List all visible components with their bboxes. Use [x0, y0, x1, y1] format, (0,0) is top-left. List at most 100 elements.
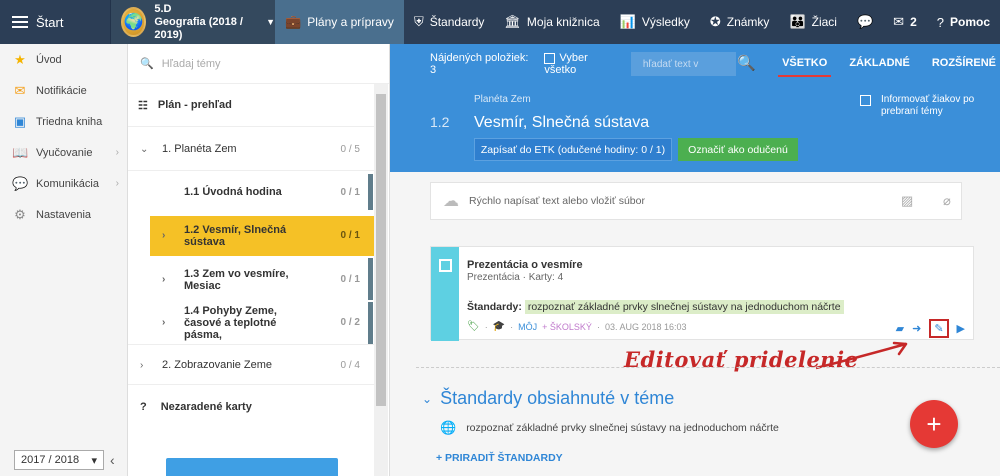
chat-bubbles-icon: 💬: [12, 175, 29, 191]
chevron-down-icon: ⌄: [140, 143, 149, 155]
nav-chat[interactable]: 💬: [847, 0, 883, 44]
nav-briefcase[interactable]: 💼 Plány a prípravy: [275, 0, 404, 44]
book-icon: 📖: [12, 144, 29, 160]
gear-icon: ⚙: [14, 206, 26, 222]
topic-1-3[interactable]: › 1.3 Zem vo vesmíre, Mesiac 0 / 1: [128, 262, 374, 298]
assign-standards-button[interactable]: + PRIRADIŤ ŠTANDARDY: [436, 452, 563, 464]
chevron-down-icon: ▼: [266, 17, 276, 27]
topic-header: Nájdených položiek: 3 Vyber všetko hľada…: [390, 44, 1000, 172]
globe-icon: 🌍: [121, 7, 147, 37]
hamburger-icon[interactable]: [12, 13, 28, 31]
filter-input[interactable]: hľadať text v 🔍: [630, 52, 756, 76]
sidebar-item-label: Triedna kniha: [36, 115, 103, 128]
add-fab-button[interactable]: +: [910, 400, 958, 448]
chevron-right-icon: ›: [162, 274, 166, 285]
sidebar-item-label: Komunikácia: [36, 177, 99, 190]
nav-bar-chart[interactable]: 📊 Výsledky: [610, 0, 700, 44]
shield-icon: ⛨: [413, 14, 424, 29]
scroll-thumb[interactable]: [376, 94, 386, 406]
sidebar-item-4[interactable]: 📖 Vyučovanie ›: [0, 137, 127, 168]
topic-1-1[interactable]: 1.1 Úvodná hodina 0 / 1: [128, 178, 374, 206]
main-nav: 💼 Plány a prípravy ⛨ Štandardy 🏛 Moja knižnic…: [275, 0, 1000, 44]
nav-students[interactable]: 👪 Žiaci: [779, 0, 847, 44]
sidebar-item-label: Úvod: [36, 53, 62, 66]
mail-icon: ✉: [893, 14, 905, 29]
topic-1-2[interactable]: › 1.2 Vesmír, Slnečná sústava 0 / 1: [150, 216, 374, 256]
start-button[interactable]: Štart: [0, 0, 110, 44]
brand-label: Štart: [36, 14, 64, 30]
list-icon: ☷: [138, 99, 148, 112]
collapse-sidebar-icon[interactable]: ‹: [110, 452, 115, 468]
tab-extended[interactable]: ROZŠÍRENÉ: [928, 51, 1000, 77]
class-subject: Geografia (2018 / 2019): [154, 15, 243, 41]
chevron-right-icon: ›: [162, 230, 166, 241]
chevron-down-icon: ⌄: [422, 391, 433, 406]
nav-grade-badge[interactable]: ✪ Známky: [700, 0, 780, 44]
bar-chart-icon: 📊: [619, 14, 636, 29]
sidebar-item-3[interactable]: ▣ Triedna kniha: [0, 106, 127, 137]
write-to-etk-button[interactable]: Zapísať do ETK (odučené hodiny: 0 / 1): [474, 138, 672, 161]
sidebar-item-label: Nastavenia: [36, 208, 92, 221]
topics-panel: 🔍 Hľadaj témy ☷ Plán - prehľad ⌄ 1. Plan…: [128, 44, 390, 476]
sidebar-item-5[interactable]: 💬 Komunikácia ›: [0, 168, 127, 199]
play-icon[interactable]: ▶: [957, 322, 965, 335]
composer-placeholder: Rýchlo napísať text alebo vložiť súbor: [469, 195, 645, 207]
card-date: 03. AUG 2018 16:03: [604, 321, 687, 332]
topic-1[interactable]: ⌄ 1. Planéta Zem 0 / 5: [128, 136, 374, 162]
card-title[interactable]: Prezentácia o vesmíre: [467, 259, 583, 271]
unassigned-cards[interactable]: ? Nezaradené karty: [128, 394, 374, 420]
annotation-arrow: [815, 341, 908, 370]
tag-icon[interactable]: 🏷: [467, 321, 480, 332]
chat-icon: 💬: [856, 14, 874, 29]
mark-taught-button[interactable]: Označiť ako odučenú: [678, 138, 798, 161]
topic-search[interactable]: 🔍 Hľadaj témy: [128, 44, 389, 84]
class-selector[interactable]: 🌍 5.D Geografia (2018 / 2019) ▼: [110, 0, 276, 44]
topic-1-4[interactable]: › 1.4 Pohyby Zeme, časové a teplotné pás…: [128, 304, 374, 342]
topic-2[interactable]: › 2. Zobrazovanie Zeme 0 / 4: [128, 352, 374, 378]
inform-checkbox[interactable]: [860, 95, 871, 106]
grade-badge-icon: ✪: [709, 14, 721, 29]
quick-composer[interactable]: ☁ Rýchlo napísať text alebo vložiť súbor…: [430, 182, 962, 220]
select-all-checkbox[interactable]: [544, 52, 556, 64]
card-checkbox[interactable]: [439, 259, 452, 272]
school-year-select[interactable]: 2017 / 2018 ▾: [14, 450, 104, 470]
card-standards: Štandardy: rozpoznať základné prvky slne…: [467, 300, 844, 314]
add-card-button[interactable]: [166, 458, 338, 476]
nav-shield[interactable]: ⛨ Štandardy: [404, 0, 494, 44]
nav-library[interactable]: 🏛 Moja knižnica: [494, 0, 609, 44]
search-icon: 🔍: [140, 58, 154, 70]
edit-pencil-icon[interactable]: ✎: [929, 319, 949, 338]
tab-basic[interactable]: ZÁKLADNÉ: [845, 51, 914, 77]
class-book-icon: ▣: [13, 113, 27, 129]
filter-toolbar: Nájdených položiek: 3 Vyber všetko hľada…: [390, 44, 1000, 84]
found-count: Nájdených položiek: 3: [430, 52, 529, 76]
inform-students[interactable]: Informovať žiakov po prebraní témy: [860, 94, 1000, 118]
card-item[interactable]: Prezentácia o vesmíre Prezentácia · Kart…: [430, 246, 974, 341]
school-year-value: 2017 / 2018: [21, 454, 80, 466]
sidebar-item-6[interactable]: ⚙ Nastavenia: [0, 199, 127, 230]
standard-item: 🌐 rozpoznať základné prvky slnečnej súst…: [440, 420, 779, 435]
topic-search-input[interactable]: Hľadaj témy: [162, 58, 221, 70]
search-icon[interactable]: 🔍: [737, 54, 756, 72]
school-label: + ŠKOLSKÝ: [542, 321, 592, 332]
briefcase-icon: 💼: [285, 14, 302, 29]
nav-mail[interactable]: ✉ 2: [883, 0, 927, 44]
topic-title: Vesmír, Slnečná sústava: [474, 114, 650, 131]
topics-scrollbar[interactable]: [374, 84, 388, 476]
standards-heading[interactable]: ⌄ Štandardy obsiahnuté v téme: [422, 388, 674, 409]
graduation-cap-icon[interactable]: 🎓: [493, 321, 505, 332]
plan-overview[interactable]: ☷ Plán - prehľad: [128, 92, 374, 118]
image-icon[interactable]: ▨: [901, 193, 913, 209]
select-all[interactable]: Vyber všetko: [544, 52, 618, 76]
nav-help[interactable]: ? Pomoc: [927, 0, 1000, 44]
topic-number: 1.2: [430, 114, 450, 130]
tab-all[interactable]: VŠETKO: [778, 51, 832, 77]
card-meta: 🏷 · 🎓 · MÔJ + ŠKOLSKÝ · 03. AUG 2018 16:03: [467, 321, 687, 332]
sidebar-item-2[interactable]: ✉ Notifikácie: [0, 75, 127, 106]
top-bar: Štart 🌍 5.D Geografia (2018 / 2019) ▼ 💼 P…: [0, 0, 1000, 44]
paperclip-icon[interactable]: ⌀: [943, 193, 951, 209]
sidebar-item-1[interactable]: ★ Úvod: [0, 44, 127, 75]
question-icon: ?: [140, 401, 147, 413]
main-content: Nájdených položiek: 3 Vyber všetko hľada…: [390, 44, 1000, 476]
cloud-upload-icon: ☁: [443, 193, 459, 210]
